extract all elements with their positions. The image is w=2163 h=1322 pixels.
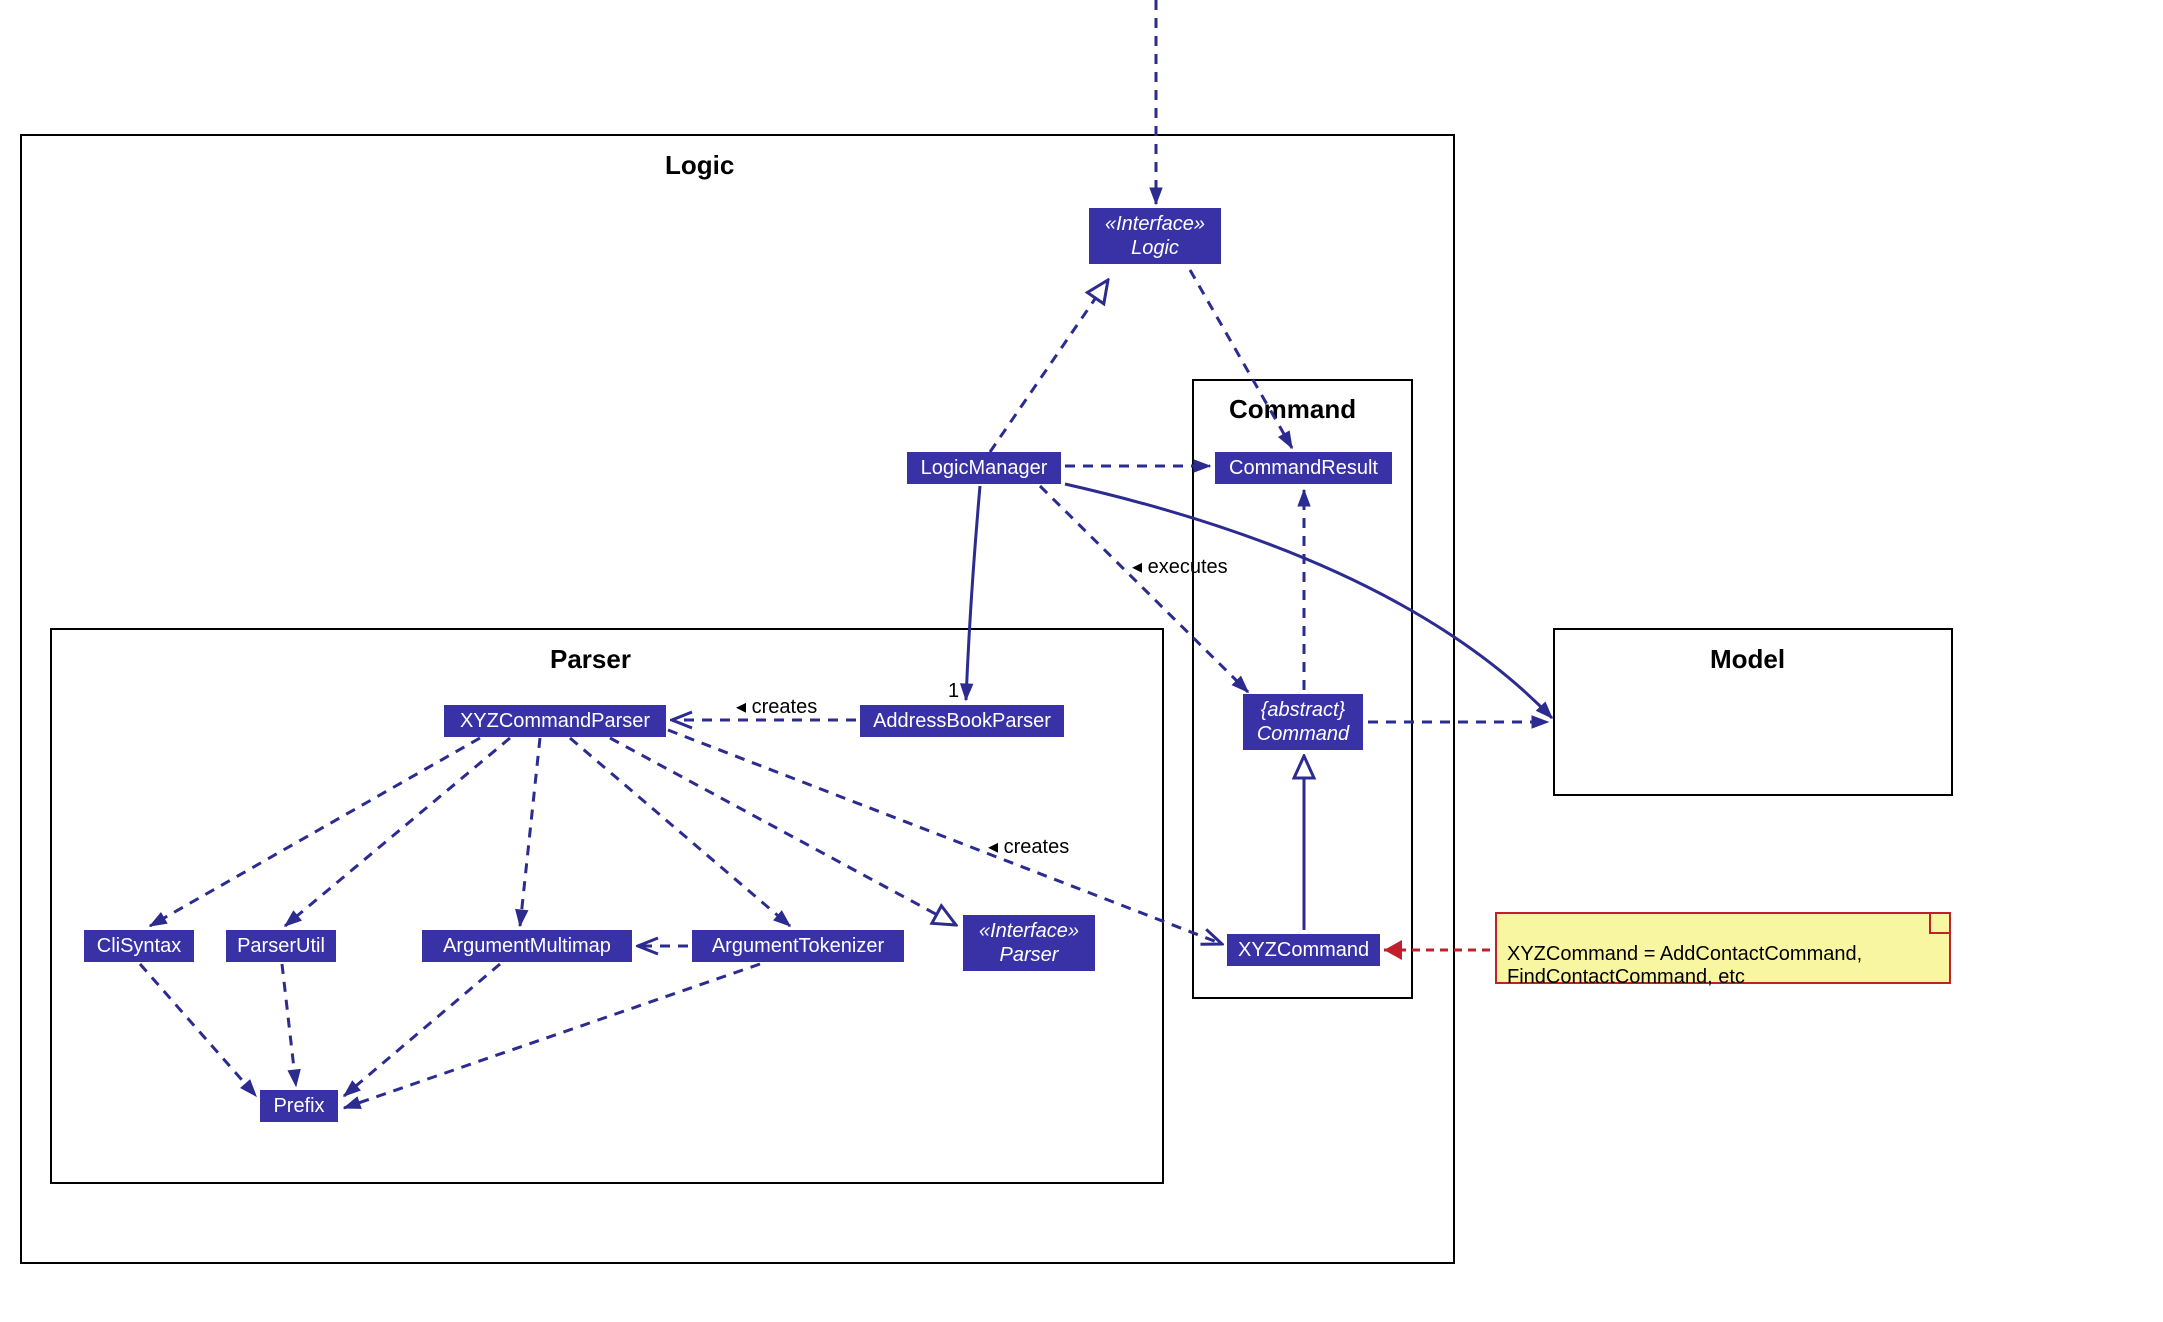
connectors-layer (0, 0, 2163, 1322)
diagram-canvas: Logic Parser Command Model «Interface» L… (0, 0, 2163, 1322)
